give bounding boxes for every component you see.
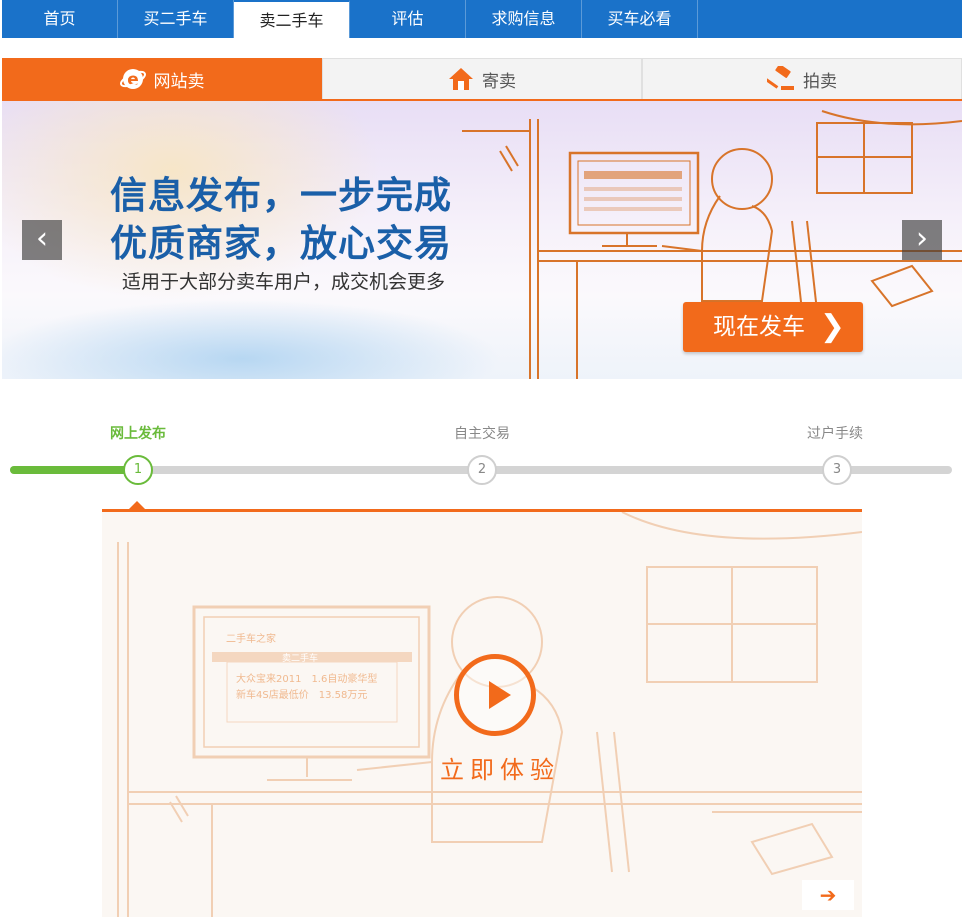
tab-website-sell-label: 网站卖 bbox=[153, 71, 205, 92]
post-car-now-button[interactable]: 现在发车 ❯ bbox=[683, 302, 863, 352]
step-progress-fill bbox=[10, 466, 136, 474]
gavel-icon bbox=[767, 66, 794, 90]
top-nav: 首页 买二手车 卖二手车 评估 求购信息 买车必看 bbox=[2, 0, 962, 38]
sell-method-tabs: e 网站卖 寄卖 拍卖 bbox=[2, 58, 962, 108]
demo-screen-title: 二手车之家 bbox=[226, 634, 276, 645]
tab-auction[interactable]: 拍卖 bbox=[642, 58, 962, 99]
step-pointer bbox=[129, 501, 145, 509]
tab-consignment-label: 寄卖 bbox=[482, 71, 516, 92]
step-label-self-trade[interactable]: 自主交易 bbox=[454, 423, 510, 443]
banner-subtitle: 适用于大部分卖车用户，成交机会更多 bbox=[122, 271, 446, 293]
nav-item-home[interactable]: 首页 bbox=[2, 0, 118, 38]
post-car-now-label: 现在发车 bbox=[713, 314, 805, 340]
tab-auction-label: 拍卖 bbox=[803, 71, 837, 92]
nav-item-wanted-info[interactable]: 求购信息 bbox=[466, 0, 582, 38]
tab-website-sell[interactable]: e 网站卖 bbox=[2, 58, 322, 108]
banner-cloud bbox=[2, 299, 502, 379]
demo-screen-line-1: 大众宝来2011 1.6自动豪华型 bbox=[236, 674, 378, 685]
try-now-label[interactable]: 立即体验 bbox=[440, 750, 560, 785]
banner-headline-2: 优质商家，放心交易 bbox=[110, 222, 452, 265]
step-label-publish-online[interactable]: 网上发布 bbox=[110, 423, 166, 443]
process-steps: 网上发布 自主交易 过户手续 1 2 3 bbox=[10, 415, 952, 509]
play-button-icon[interactable] bbox=[454, 654, 536, 736]
house-icon bbox=[449, 68, 473, 90]
step-dot-1[interactable]: 1 bbox=[123, 455, 153, 485]
nav-item-buying-guide[interactable]: 买车必看 bbox=[582, 0, 698, 38]
step-label-transfer[interactable]: 过户手续 bbox=[807, 423, 863, 443]
next-arrow-icon[interactable]: ➔ bbox=[802, 880, 854, 910]
demo-video: 二手车之家 卖二手车 大众宝来2011 1.6自动豪华型 新车4S店最低价 13… bbox=[102, 509, 862, 917]
ie-icon: e bbox=[119, 69, 146, 90]
step-dot-3[interactable]: 3 bbox=[822, 455, 852, 485]
step-dot-2[interactable]: 2 bbox=[467, 455, 497, 485]
tab-consignment[interactable]: 寄卖 bbox=[322, 58, 642, 99]
banner-prev-arrow-icon[interactable]: ‹ bbox=[22, 220, 62, 260]
nav-item-appraisal[interactable]: 评估 bbox=[350, 0, 466, 38]
nav-item-buy-used-car[interactable]: 买二手车 bbox=[118, 0, 234, 38]
demo-screen-tab: 卖二手车 bbox=[282, 654, 319, 664]
nav-item-sell-used-car[interactable]: 卖二手车 bbox=[234, 0, 350, 38]
chevron-right-icon: ❯ bbox=[819, 309, 845, 344]
banner-next-arrow-icon[interactable]: › bbox=[902, 220, 942, 260]
promo-banner: 信息发布，一步完成 优质商家，放心交易 适用于大部分卖车用户，成交机会更多 ‹ … bbox=[2, 101, 962, 379]
demo-screen-line-2: 新车4S店最低价 13.58万元 bbox=[236, 690, 368, 701]
banner-headline-1: 信息发布，一步完成 bbox=[110, 174, 452, 217]
